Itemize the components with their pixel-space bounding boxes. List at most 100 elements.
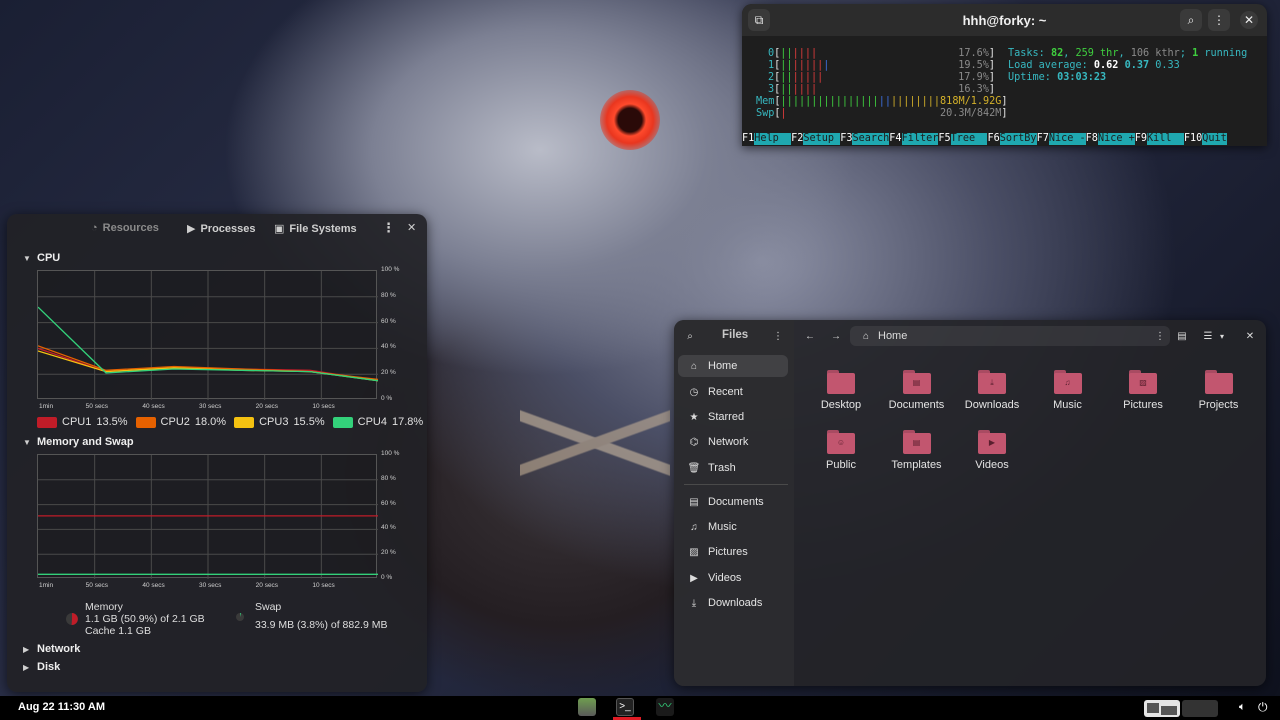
y-tick-label: 0 % [381,395,393,402]
folder-pictures[interactable]: ▨ Pictures [1108,370,1178,411]
system-monitor-icon[interactable]: 〰 [656,698,674,716]
legend-swatch[interactable] [135,416,156,428]
fkey-8[interactable]: F8 [1085,133,1098,145]
folder-projects[interactable]: Projects [1184,370,1254,411]
file-manager-icon[interactable] [578,698,596,716]
htop-function-keys[interactable]: F1 Help F2 Setup F3 Search F4 Filter F5 Tree F6… [742,133,1227,145]
legend-swatch[interactable] [332,416,353,428]
sidebar-item-trash[interactable]: 🗑︎ Trash [678,457,788,479]
fkey-2[interactable]: F2 [791,133,804,145]
fkey-7[interactable]: F7 [1036,133,1049,145]
folder-icon: ▤ [902,430,931,454]
expand-down-icon: ▼ [23,253,31,263]
tab-file-systems[interactable]: ▣ File Systems [274,222,357,236]
sidebar-item-label: Starred [708,411,745,423]
sidebar-item-starred[interactable]: ★ Starred [678,406,788,428]
play-icon: ▶ [187,223,196,235]
path-bar[interactable]: ⌂ Home ⋮ [850,326,1170,346]
volume-icon[interactable]: 🔈︎ [1239,701,1246,714]
folder-label: Pictures [1123,399,1163,411]
folder-downloads[interactable]: ⤓ Downloads [957,370,1027,411]
files-window[interactable]: ⌕ Files ⋮ ⌂ Home ◷ Recent ★ Starred ⌬ Network 🗑︎… [674,320,1266,686]
folder-videos[interactable]: ▶ Videos [957,430,1027,471]
folder-documents[interactable]: ▤ Documents [882,370,952,411]
fkey-4[interactable]: F4 [889,133,902,145]
list-view-icon[interactable]: ☰ [1202,330,1214,342]
sidebar-item-downloads[interactable]: ⤓ Downloads [678,592,788,614]
fkey-3[interactable]: F3 [840,133,853,145]
folder-icon: ▶ [978,430,1006,454]
disk-section-header[interactable]: ▶ Disk [23,661,60,673]
legend-name: CPU4 [357,416,387,428]
sidebar-item-music[interactable]: ♫ Music [678,516,788,538]
clock[interactable]: Aug 22 11:30 AM [18,701,105,713]
menu-button[interactable]: ⋮ [1208,9,1230,31]
files-title: Files [722,329,749,341]
sidebar-separator [684,484,788,485]
close-icon[interactable]: ✕ [1244,330,1256,342]
x-tick-label: 50 secs [85,403,109,410]
fkey-10[interactable]: F10 [1183,133,1203,145]
network-section-header[interactable]: ▶ Network [23,643,80,655]
sidebar-item-label: Music [708,521,737,533]
close-button[interactable]: ✕ [1240,11,1258,29]
sidebar-item-home[interactable]: ⌂ Home [678,355,788,377]
workspace-1[interactable] [1144,700,1180,717]
memory-section-header[interactable]: ▼ Memory and Swap [23,436,134,448]
fkey-6[interactable]: F6 [987,133,1000,145]
memory-label: Memory [85,601,123,613]
folder-templates[interactable]: ▤ Templates [882,430,952,471]
legend-item-cpu4: CPU4 17.8% [332,416,423,428]
wallpaper-teeth [520,390,670,520]
sidebar-item-videos[interactable]: ▶ Videos [678,567,788,589]
kebab-menu-icon[interactable]: ⋮ [772,330,784,342]
kebab-menu-icon: ⋮ [382,220,395,235]
menu-button[interactable]: ⋮ [382,220,395,236]
terminal-icon[interactable]: >_ [616,698,634,716]
close-icon: ✕ [1243,13,1255,27]
folder-label: Music [1053,399,1082,411]
folder-desktop[interactable]: Desktop [806,370,876,411]
tab-processes[interactable]: ▶ Processes [187,222,256,236]
system-monitor-window[interactable]: ◔ Resources ▶ Processes ▣ File Systems ⋮ ✕ … [7,214,427,692]
terminal-window[interactable]: ⧉ hhh@forky: ~ ⌕ ⋮ ✕ 0[|||||| 17.6%] 1[|… [742,4,1267,146]
cpu-section-header[interactable]: ▼ CPU [23,252,60,264]
forward-arrow-icon[interactable]: → [830,330,842,342]
chevron-down-icon[interactable]: ▾ [1216,330,1228,342]
legend-name: CPU3 [259,416,289,428]
x-tick-label: 10 secs [312,582,335,589]
kebab-menu-icon[interactable]: ⋮ [1154,330,1166,342]
folder-public[interactable]: ☺ Public [806,430,876,471]
video-icon: ▶ [690,572,698,584]
fkey-5[interactable]: F5 [938,133,951,145]
swap-usage: 33.9 MB (3.8%) of 882.9 MB [255,619,388,631]
folder-icon: ⤓ [978,370,1006,394]
workspace-2[interactable] [1182,700,1218,717]
fkey-9[interactable]: F9 [1134,133,1148,145]
power-icon[interactable]: ⏻ [1258,700,1268,715]
trash-icon: 🗑︎ [687,462,701,474]
legend-swatch[interactable] [234,416,255,428]
expand-right-icon: ▶ [23,644,30,654]
sidebar-item-pictures[interactable]: ▨ Pictures [678,541,788,563]
expand-down-icon: ▼ [23,437,31,447]
folder-music[interactable]: ♫ Music [1033,370,1103,411]
y-tick-label: 60 % [381,499,396,507]
sidebar-item-network[interactable]: ⌬ Network [678,431,788,453]
star-icon: ★ [689,411,699,423]
htop-output: 0[|||||| 17.6%] 1[|||||||| 19.5%] 2[||||… [742,36,1267,146]
new-folder-icon[interactable]: ▤ [1176,330,1188,342]
path-home: Home [878,330,908,342]
swp-meter: Swp[| 20.3M/842M] [756,108,1008,119]
close-button[interactable]: ✕ [407,221,416,234]
expand-right-icon: ▶ [23,662,30,672]
y-tick-label: 80 % [381,291,396,299]
fkey-1[interactable]: F1 [742,133,755,145]
sidebar-item-recent[interactable]: ◷ Recent [678,381,788,403]
back-arrow-icon[interactable]: ← [804,330,816,342]
sidebar-item-documents[interactable]: ▤ Documents [678,491,788,513]
search-button[interactable]: ⌕ [1180,9,1202,31]
search-icon[interactable]: ⌕ [684,330,696,342]
legend-swatch[interactable] [37,416,57,428]
tab-resources[interactable]: ◔ Resources [91,222,159,234]
